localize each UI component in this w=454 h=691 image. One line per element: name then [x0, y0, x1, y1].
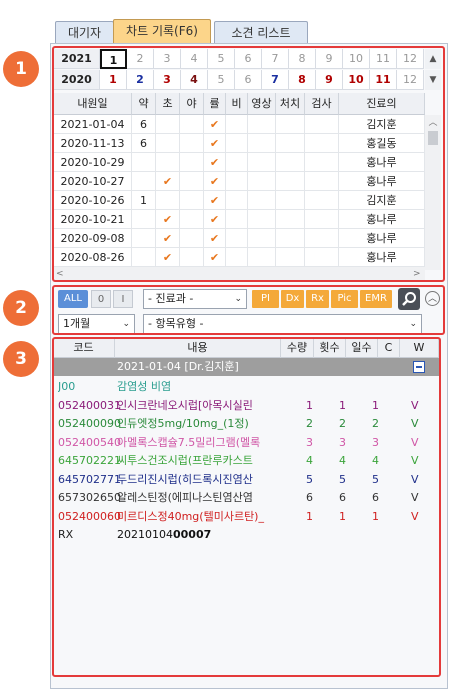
step-marker-3: 3 — [3, 341, 39, 377]
step-marker-1: 1 — [3, 51, 39, 87]
highlight-box-1 — [52, 46, 445, 282]
step-marker-2: 2 — [3, 290, 39, 326]
highlight-box-3 — [52, 337, 441, 677]
highlight-box-2 — [52, 285, 445, 335]
tab-opinion-list[interactable]: 소견 리스트 — [214, 21, 308, 44]
tab-chart-records[interactable]: 차트 기록(F6) — [113, 19, 211, 45]
tab-waiting[interactable]: 대기자 — [55, 21, 114, 44]
